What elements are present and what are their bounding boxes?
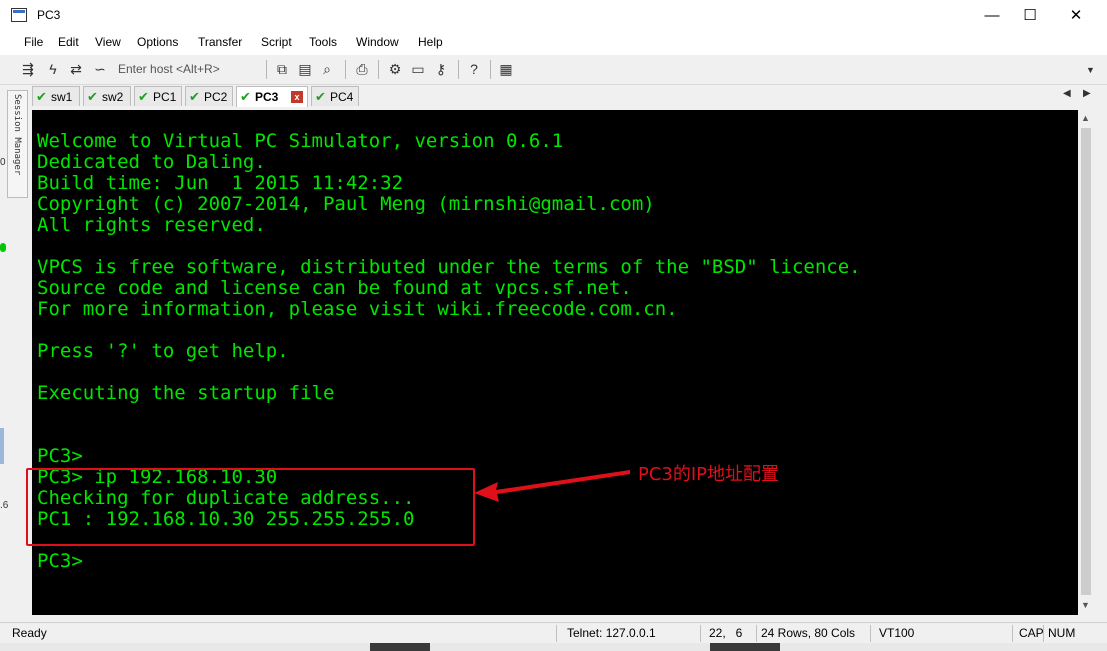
annotation-highlight-box bbox=[26, 468, 475, 546]
copy-icon[interactable]: ⧉ bbox=[273, 61, 291, 78]
menu-script[interactable]: Script bbox=[261, 35, 292, 49]
quick-connect-icon[interactable]: ϟ bbox=[44, 61, 62, 78]
find-icon[interactable]: ⌕ bbox=[318, 61, 336, 78]
status-separator bbox=[1012, 625, 1013, 642]
tab-label: PC1 bbox=[153, 90, 177, 104]
menu-transfer[interactable]: Transfer bbox=[198, 35, 242, 49]
connected-check-icon: ✔ bbox=[87, 89, 98, 104]
connected-check-icon: ✔ bbox=[189, 89, 200, 104]
status-num-lock: NUM bbox=[1048, 626, 1076, 640]
tab-label: sw2 bbox=[102, 90, 124, 104]
toolbar-separator bbox=[458, 60, 459, 79]
keymap-icon[interactable]: ▭ bbox=[409, 61, 427, 78]
menu-bar: File Edit View Options Transfer Script T… bbox=[0, 31, 1107, 55]
status-terminal-size: 24 Rows, 80 Cols bbox=[761, 626, 856, 640]
scroll-down-icon[interactable]: ▼ bbox=[1081, 600, 1090, 610]
annotation-label: PC3的IP地址配置 bbox=[638, 464, 780, 485]
menu-edit[interactable]: Edit bbox=[58, 35, 79, 49]
status-connection: Telnet: 127.0.0.1 bbox=[567, 626, 656, 640]
tab-pc4[interactable]: ✔ PC4 bbox=[311, 86, 359, 106]
app-window-icon bbox=[11, 8, 27, 22]
status-separator bbox=[700, 625, 701, 642]
tab-label: PC3 bbox=[255, 90, 279, 104]
annotation-arrow-icon bbox=[474, 470, 630, 502]
terminal-line: VPCS is free software, distributed under… bbox=[37, 256, 861, 278]
edge-fragment: 0 bbox=[0, 157, 6, 168]
status-ready: Ready bbox=[12, 626, 47, 640]
edge-fragment bbox=[0, 428, 4, 464]
terminal-line: PC3> bbox=[37, 550, 83, 572]
terminal-line: Welcome to Virtual PC Simulator, version… bbox=[37, 130, 564, 152]
status-emulation: VT100 bbox=[879, 626, 915, 640]
status-caps-lock: CAP bbox=[1019, 626, 1044, 640]
terminal-line: All rights reserved. bbox=[37, 214, 266, 236]
status-dot-icon bbox=[0, 243, 6, 252]
scrollbar-thumb[interactable] bbox=[1081, 128, 1091, 595]
toolbar: ⇶ ϟ ⇄ ∽ Enter host <Alt+R> ⧉ ▤ ⌕ ⎙ ⚙ ▭ ⚷… bbox=[0, 55, 1107, 85]
menu-file[interactable]: File bbox=[24, 35, 43, 49]
toolbar-separator bbox=[345, 60, 346, 79]
tab-scroll-left-icon[interactable]: ◀ bbox=[1063, 88, 1071, 99]
terminal-line: Dedicated to Daling. bbox=[37, 151, 266, 173]
terminal-line: Copyright (c) 2007-2014, Paul Meng (mirn… bbox=[37, 193, 655, 215]
background-window-strip bbox=[0, 643, 1107, 651]
edge-fragment: .6 bbox=[0, 500, 9, 511]
menu-window[interactable]: Window bbox=[356, 35, 399, 49]
tab-scroll-right-icon[interactable]: ▶ bbox=[1083, 88, 1091, 99]
tab-sw2[interactable]: ✔ sw2 bbox=[83, 86, 131, 106]
terminal-line: PC3> bbox=[37, 445, 83, 467]
session-manager-label: Session Manager bbox=[12, 94, 22, 176]
tab-label: PC4 bbox=[330, 90, 354, 104]
background-window-fragment bbox=[710, 643, 780, 651]
key-icon[interactable]: ⚷ bbox=[432, 61, 450, 78]
tab-close-icon[interactable]: x bbox=[291, 91, 303, 103]
toolbar-separator bbox=[378, 60, 379, 79]
tab-label: PC2 bbox=[204, 90, 228, 104]
status-bar: Ready Telnet: 127.0.0.1 22, 6 24 Rows, 8… bbox=[0, 622, 1107, 644]
print-icon[interactable]: ⎙ bbox=[353, 61, 371, 78]
toolbar-separator bbox=[266, 60, 267, 79]
status-cursor-position: 22, 6 bbox=[709, 626, 743, 640]
tab-pc2[interactable]: ✔ PC2 bbox=[185, 86, 233, 106]
host-input[interactable]: Enter host <Alt+R> bbox=[118, 59, 264, 79]
tab-sw1[interactable]: ✔ sw1 bbox=[32, 86, 80, 106]
terminal-scrollbar[interactable]: ▲ ▼ bbox=[1078, 110, 1094, 615]
menu-options[interactable]: Options bbox=[137, 35, 178, 49]
connected-check-icon: ✔ bbox=[240, 89, 251, 104]
session-tab-bar: ✔ sw1 ✔ sw2 ✔ PC1 ✔ PC2 ✔ PC3 x ✔ PC4 ◀ … bbox=[29, 85, 1107, 107]
connected-check-icon: ✔ bbox=[36, 89, 47, 104]
tab-pc1[interactable]: ✔ PC1 bbox=[134, 86, 182, 106]
title-bar: PC3 — ☐ ✕ bbox=[0, 0, 1107, 31]
terminal-line: Build time: Jun 1 2015 11:42:32 bbox=[37, 172, 404, 194]
tab-label: sw1 bbox=[51, 90, 73, 104]
connected-check-icon: ✔ bbox=[315, 89, 326, 104]
sftp-icon[interactable]: ▦ bbox=[497, 61, 515, 78]
status-separator bbox=[870, 625, 871, 642]
terminal-line: Press '?' to get help. bbox=[37, 340, 289, 362]
session-manager-tab[interactable]: Session Manager bbox=[7, 90, 28, 198]
background-window-fragment bbox=[370, 643, 430, 651]
status-separator bbox=[1043, 625, 1044, 642]
connect-icon[interactable]: ⇶ bbox=[19, 61, 37, 78]
help-icon[interactable]: ? bbox=[465, 61, 483, 78]
maximize-button[interactable]: ☐ bbox=[1007, 0, 1053, 31]
close-button[interactable]: ✕ bbox=[1053, 0, 1099, 31]
terminal-line: For more information, please visit wiki.… bbox=[37, 298, 678, 320]
reconnect-icon[interactable]: ⇄ bbox=[67, 61, 85, 78]
terminal-line: Source code and license can be found at … bbox=[37, 277, 632, 299]
toolbar-chevron-down-icon[interactable]: ▼ bbox=[1086, 65, 1095, 75]
menu-help[interactable]: Help bbox=[418, 35, 443, 49]
terminal-line: Executing the startup file bbox=[37, 382, 335, 404]
paste-icon[interactable]: ▤ bbox=[296, 61, 314, 78]
menu-view[interactable]: View bbox=[95, 35, 121, 49]
menu-tools[interactable]: Tools bbox=[309, 35, 337, 49]
connected-check-icon: ✔ bbox=[138, 89, 149, 104]
status-separator bbox=[556, 625, 557, 642]
scroll-up-icon[interactable]: ▲ bbox=[1081, 113, 1090, 123]
toolbar-separator bbox=[490, 60, 491, 79]
disconnect-icon[interactable]: ∽ bbox=[91, 61, 109, 78]
settings-gear-icon[interactable]: ⚙ bbox=[386, 61, 404, 78]
window-title: PC3 bbox=[37, 8, 61, 22]
status-separator bbox=[756, 625, 757, 642]
